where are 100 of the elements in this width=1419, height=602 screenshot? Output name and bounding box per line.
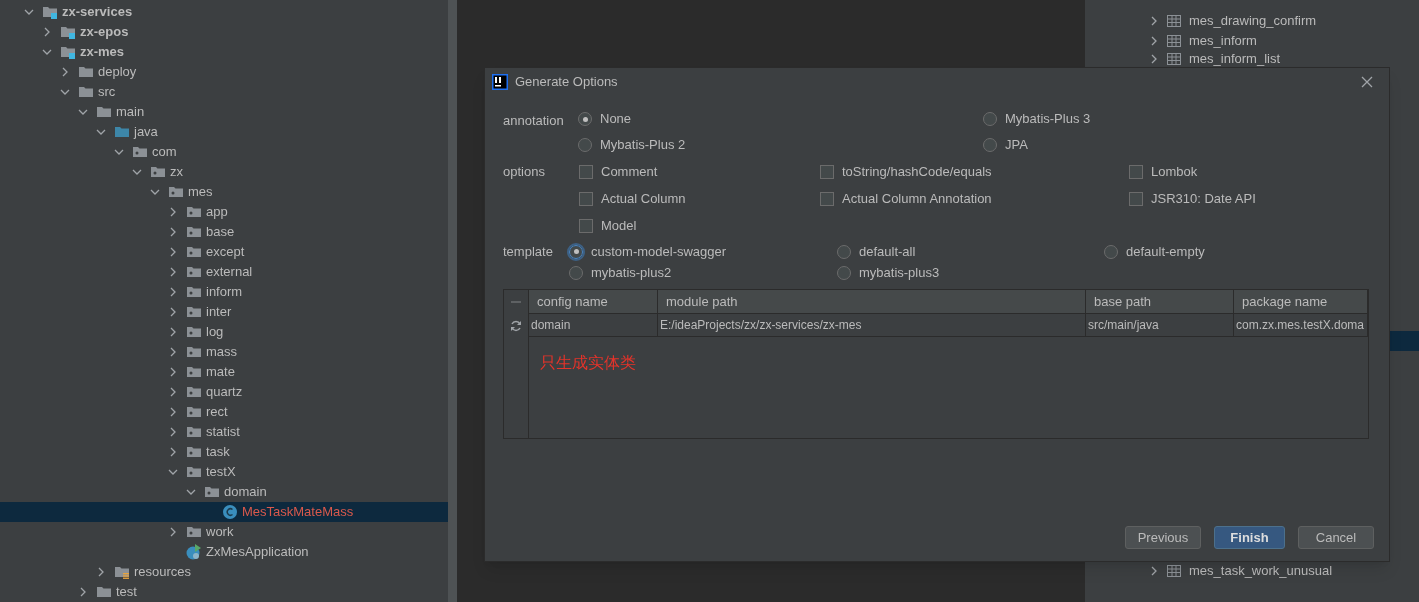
- chevron-down-icon[interactable]: [42, 47, 52, 57]
- tree-row[interactable]: base: [0, 222, 448, 242]
- close-icon[interactable]: [1361, 76, 1373, 88]
- checkbox[interactable]: [579, 218, 593, 233]
- chevron-down-icon[interactable]: [132, 167, 142, 177]
- tree-row[interactable]: quartz: [0, 382, 448, 402]
- chevron-right-icon[interactable]: [168, 527, 178, 537]
- checkbox-label: Model: [601, 216, 637, 235]
- tree-row[interactable]: task: [0, 442, 448, 462]
- radio-button[interactable]: [1104, 244, 1118, 259]
- tree-row[interactable]: ZxMesApplication: [0, 542, 448, 562]
- chevron-right-icon[interactable]: [168, 367, 178, 377]
- tree-row[interactable]: zx-mes: [0, 42, 448, 62]
- checkbox[interactable]: [1129, 164, 1143, 179]
- radio-button[interactable]: [569, 265, 583, 280]
- chevron-right-icon[interactable]: [1149, 36, 1159, 46]
- checkbox[interactable]: [820, 164, 834, 179]
- chevron-down-icon[interactable]: [78, 107, 88, 117]
- chevron-right-icon[interactable]: [168, 387, 178, 397]
- chevron-right-icon[interactable]: [60, 67, 70, 77]
- chevron-right-icon[interactable]: [1149, 54, 1159, 64]
- chevron-down-icon[interactable]: [114, 147, 124, 157]
- tree-item-label: inform: [206, 283, 243, 302]
- tree-row[interactable]: test: [0, 582, 448, 602]
- tree-row[interactable]: except: [0, 242, 448, 262]
- chevron-down-icon[interactable]: [150, 187, 160, 197]
- chevron-down-icon[interactable]: [186, 487, 196, 497]
- tree-row[interactable]: domain: [0, 482, 448, 502]
- chevron-right-icon[interactable]: [1149, 566, 1159, 576]
- chevron-right-icon[interactable]: [168, 307, 178, 317]
- scrollbar[interactable]: [448, 0, 457, 602]
- dialog-button[interactable]: Cancel: [1298, 526, 1374, 549]
- tree-item-label: log: [206, 323, 224, 342]
- tree-row[interactable]: resources: [0, 562, 448, 582]
- tree-row[interactable]: zx-epos: [0, 22, 448, 42]
- tree-row[interactable]: statist: [0, 422, 448, 442]
- chevron-down-icon[interactable]: [60, 87, 70, 97]
- checkbox[interactable]: [579, 191, 593, 206]
- tree-row[interactable]: log: [0, 322, 448, 342]
- tree-row[interactable]: testX: [0, 462, 448, 482]
- chevron-right-icon[interactable]: [168, 407, 178, 417]
- chevron-right-icon[interactable]: [168, 327, 178, 337]
- table-name[interactable]: mes_task_work_unusual: [1189, 561, 1333, 581]
- tree-row[interactable]: src: [0, 82, 448, 102]
- tree-row[interactable]: deploy: [0, 62, 448, 82]
- tree-row[interactable]: mes: [0, 182, 448, 202]
- dialog-button[interactable]: Finish: [1214, 526, 1285, 549]
- tree-row[interactable]: com: [0, 142, 448, 162]
- radio-button[interactable]: [983, 112, 997, 126]
- table-name[interactable]: mes_inform: [1189, 31, 1257, 51]
- chevron-right-icon[interactable]: [168, 287, 178, 297]
- radio-label: JPA: [1005, 136, 1028, 155]
- column-header[interactable]: package name: [1234, 290, 1368, 314]
- checkbox[interactable]: [1129, 191, 1143, 206]
- tree-item-label: zx-mes: [80, 43, 125, 62]
- table-name[interactable]: mes_drawing_confirm: [1189, 11, 1317, 31]
- chevron-down-icon[interactable]: [168, 467, 178, 477]
- radio-button[interactable]: [569, 244, 583, 259]
- chevron-right-icon[interactable]: [168, 447, 178, 457]
- module-folder-icon: [42, 4, 58, 20]
- tree-row[interactable]: work: [0, 522, 448, 542]
- column-header[interactable]: module path: [658, 290, 1086, 314]
- tree-row[interactable]: inform: [0, 282, 448, 302]
- chevron-right-icon[interactable]: [168, 347, 178, 357]
- tree-row[interactable]: MesTaskMateMass: [0, 502, 448, 522]
- radio-button[interactable]: [578, 112, 592, 126]
- chevron-right-icon[interactable]: [78, 587, 88, 597]
- table-cell: E:/ideaProjects/zx/zx-services/zx-mes: [658, 314, 1086, 337]
- chevron-right-icon[interactable]: [168, 207, 178, 217]
- tree-row[interactable]: mass: [0, 342, 448, 362]
- tree-row[interactable]: app: [0, 202, 448, 222]
- tree-item-label: quartz: [206, 383, 243, 402]
- table-name[interactable]: mes_inform_list: [1189, 49, 1281, 69]
- tree-row[interactable]: rect: [0, 402, 448, 422]
- dialog-button[interactable]: Previous: [1125, 526, 1201, 549]
- refresh-icon[interactable]: [510, 319, 522, 332]
- chevron-down-icon[interactable]: [24, 7, 34, 17]
- column-header[interactable]: base path: [1086, 290, 1234, 314]
- chevron-down-icon[interactable]: [96, 127, 106, 137]
- tree-row[interactable]: main: [0, 102, 448, 122]
- chevron-right-icon[interactable]: [168, 267, 178, 277]
- checkbox[interactable]: [579, 164, 593, 179]
- tree-row[interactable]: java: [0, 122, 448, 142]
- tree-row[interactable]: inter: [0, 302, 448, 322]
- chevron-right-icon[interactable]: [1149, 16, 1159, 26]
- column-header[interactable]: config name: [529, 290, 658, 314]
- tree-row[interactable]: zx: [0, 162, 448, 182]
- tree-row[interactable]: zx-services: [0, 2, 448, 22]
- radio-button[interactable]: [837, 244, 851, 259]
- tree-row[interactable]: mate: [0, 362, 448, 382]
- chevron-right-icon[interactable]: [168, 247, 178, 257]
- radio-button[interactable]: [983, 138, 997, 152]
- chevron-right-icon[interactable]: [168, 427, 178, 437]
- chevron-right-icon[interactable]: [42, 27, 52, 37]
- checkbox[interactable]: [820, 191, 834, 206]
- chevron-right-icon[interactable]: [96, 567, 106, 577]
- tree-row[interactable]: external: [0, 262, 448, 282]
- radio-button[interactable]: [837, 265, 851, 280]
- chevron-right-icon[interactable]: [168, 227, 178, 237]
- radio-button[interactable]: [578, 138, 592, 152]
